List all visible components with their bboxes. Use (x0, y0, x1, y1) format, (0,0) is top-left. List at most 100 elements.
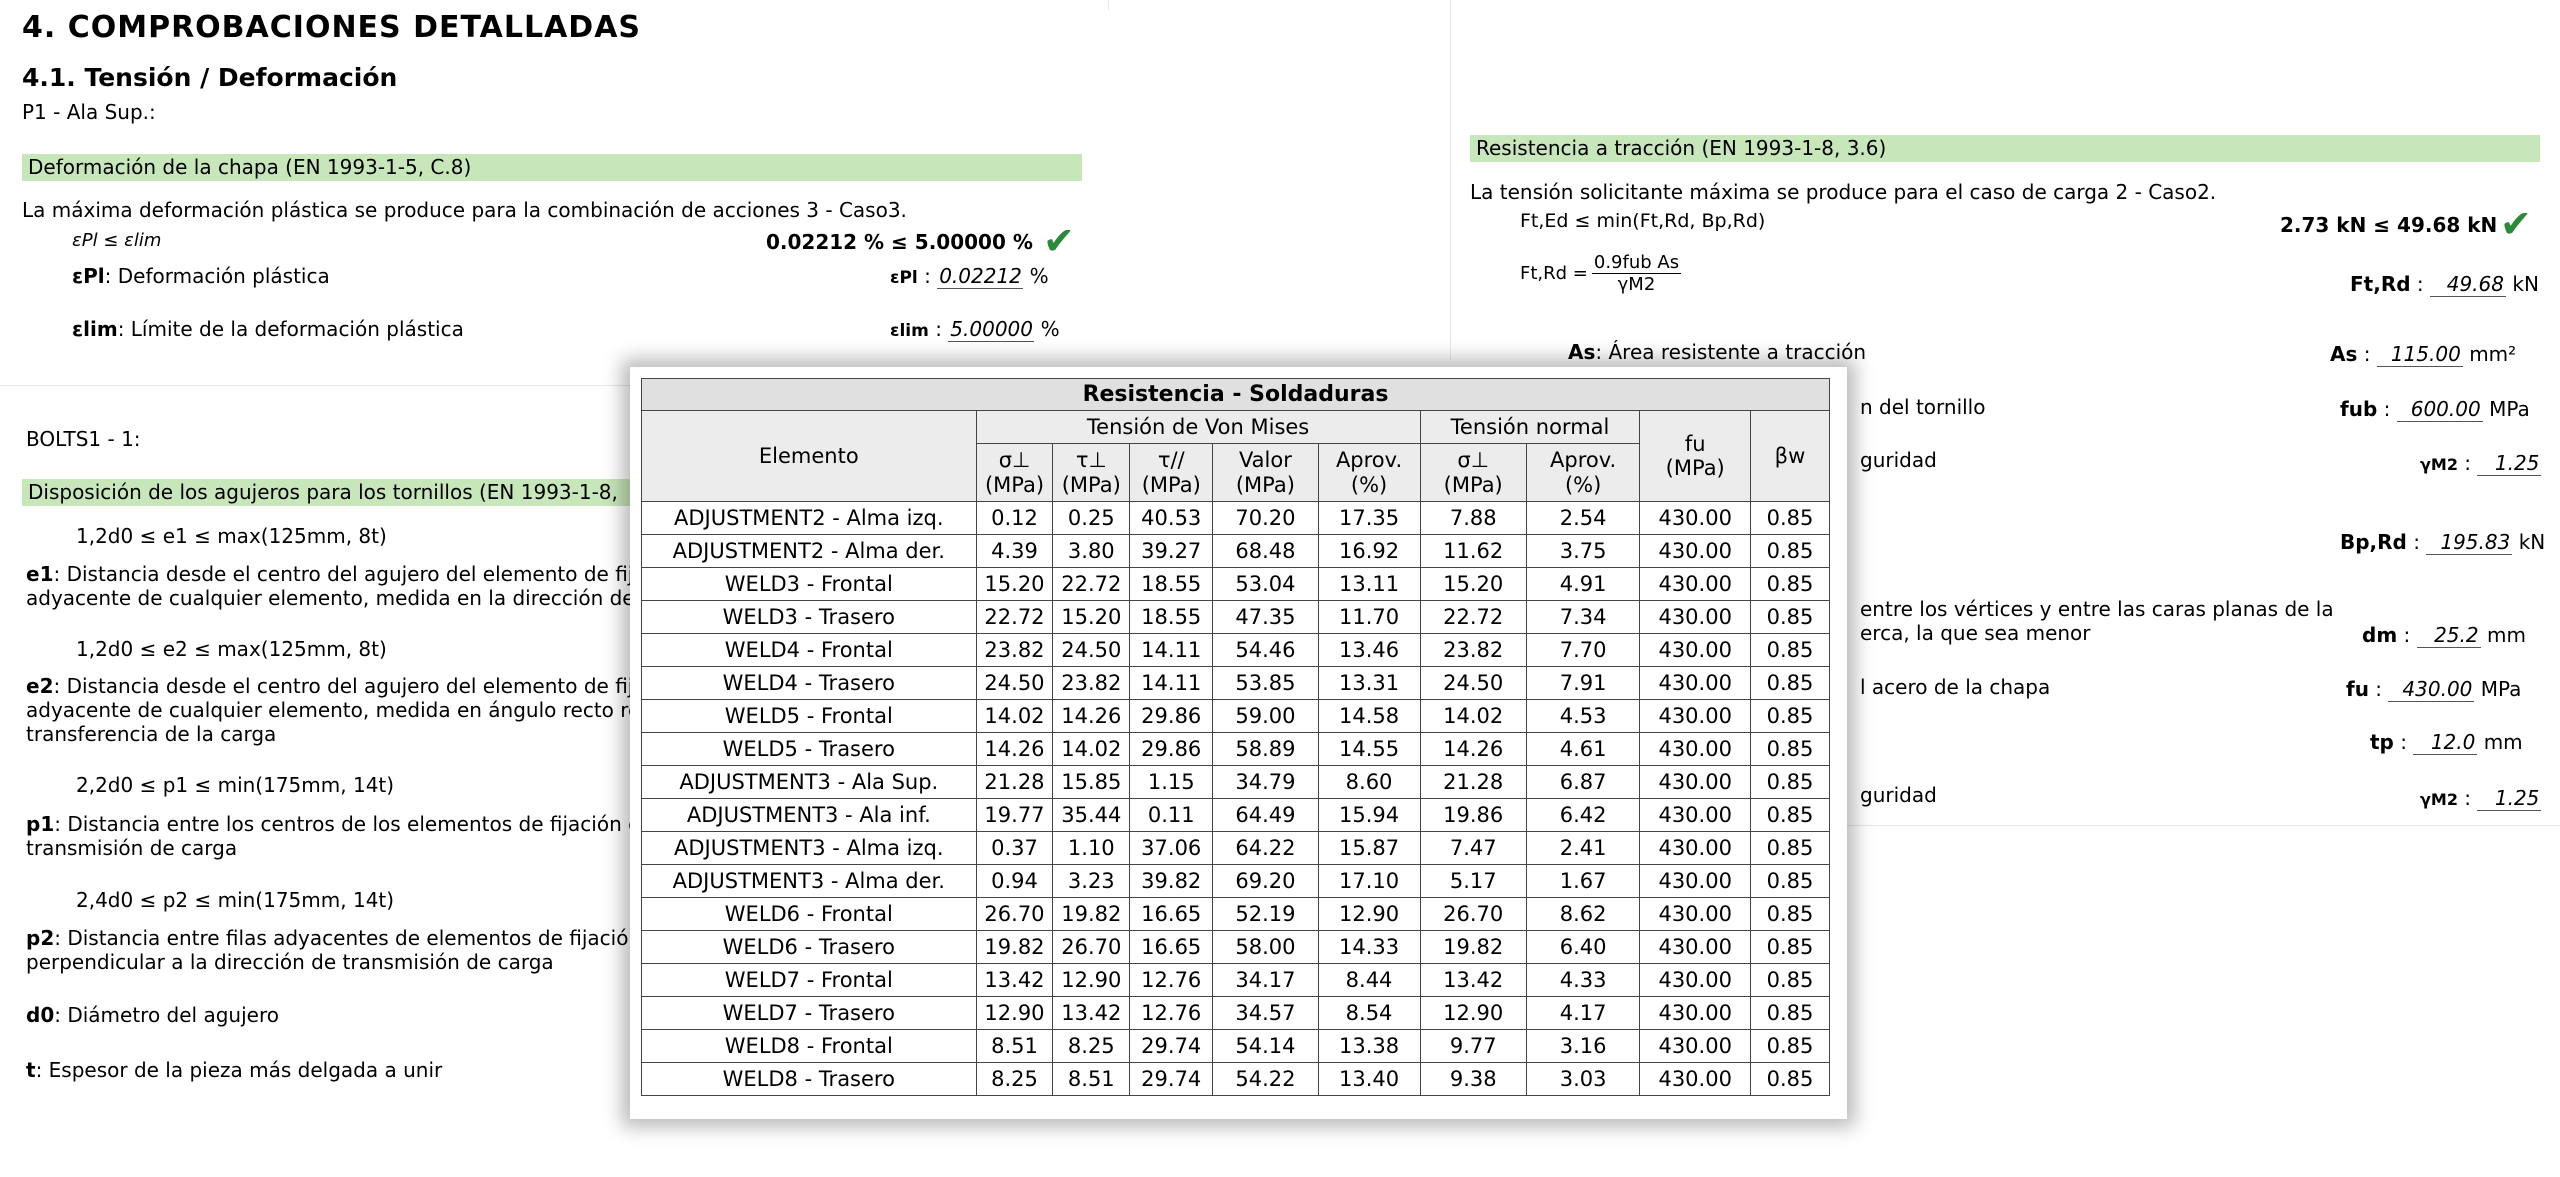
weld-value-cell: 26.70 (975, 897, 1054, 931)
weld-value-cell: 15.87 (1317, 831, 1421, 865)
weld-value-cell: 29.86 (1129, 699, 1214, 733)
lim-value-row: εlim : 5.00000 % (890, 317, 1060, 342)
weld-value-cell: 23.82 (1052, 666, 1131, 700)
table-row: ADJUSTMENT3 - Alma der. 0.94 3.23 39.82 69.2… (641, 864, 1831, 898)
weld-value-cell: 7.91 (1525, 666, 1641, 700)
deformation-bar: Deformación de la chapa (EN 1993-1-5, C.… (22, 154, 1082, 181)
col-aprov-unit: (%) (1350, 472, 1388, 497)
weld-value-cell: 14.11 (1129, 633, 1214, 667)
weld-element-cell: WELD7 - Frontal (641, 963, 977, 997)
weld-value-cell: 64.49 (1212, 798, 1319, 832)
bolt-formula-2: 1,2d0 ≤ e2 ≤ max(125mm, 8t) (76, 637, 387, 661)
weld-value-cell: 39.82 (1129, 864, 1214, 898)
p2-symbol: p2 (26, 926, 55, 950)
weld-value-cell: 4.39 (975, 534, 1054, 568)
weld-value-cell: 0.12 (975, 501, 1054, 535)
dm-symbol: dm (2362, 623, 2398, 647)
p1-symbol: p1 (26, 812, 55, 836)
table-row: ADJUSTMENT3 - Alma izq. 0.37 1.10 37.06 64.2… (641, 831, 1831, 865)
tension-formula-1: Ft,Ed ≤ min(Ft,Rd, Bp,Rd) (1520, 210, 1766, 232)
gm2b-value: 1.25 (2477, 786, 2542, 811)
weld-value-cell: 24.50 (975, 666, 1054, 700)
table-row: WELD6 - Frontal 26.70 19.82 16.65 52.19 12.90… (641, 897, 1831, 931)
weld-element-cell: ADJUSTMENT3 - Ala Sup. (641, 765, 977, 799)
weld-value-cell: 14.02 (975, 699, 1054, 733)
weld-value-cell: 9.38 (1419, 1062, 1527, 1096)
col-valor-label: Valor (1238, 447, 1292, 472)
weld-value-cell: 47.35 (1212, 600, 1319, 634)
weld-value-cell: 12.90 (1317, 897, 1421, 931)
fub-symbol: fub (2340, 397, 2378, 421)
weld-value-cell: 430.00 (1639, 732, 1751, 766)
col-sigma2-label: σ⊥ (1457, 447, 1490, 472)
weld-value-cell: 12.90 (975, 996, 1054, 1030)
weld-value-cell: 11.70 (1317, 600, 1421, 634)
table-row: WELD4 - Trasero 24.50 23.82 14.11 53.85 13.31… (641, 666, 1831, 700)
formula2-den: γM2 (1617, 274, 1656, 295)
weld-value-cell: 8.62 (1525, 897, 1641, 931)
d0-symbol: d0 (26, 1003, 55, 1027)
weld-value-cell: 54.22 (1212, 1062, 1319, 1096)
weld-element-cell: WELD8 - Frontal (641, 1029, 977, 1063)
deformation-intro: La máxima deformación plástica se produc… (22, 198, 907, 222)
weld-value-cell: 11.62 (1419, 534, 1527, 568)
weld-value-cell: 3.16 (1525, 1029, 1641, 1063)
check-icon-2: ✔ (2500, 202, 2532, 246)
weld-value-cell: 9.77 (1419, 1029, 1527, 1063)
weld-element-cell: WELD3 - Trasero (641, 600, 977, 634)
as-value-symbol: As (2330, 342, 2358, 366)
table-row: ADJUSTMENT2 - Alma der. 4.39 3.80 39.27 68.4… (641, 534, 1831, 568)
weld-value-cell: 17.10 (1317, 864, 1421, 898)
p1-text-2: transmisión de carga (26, 836, 238, 860)
section-title: 4. COMPROBACIONES DETALLADAS (22, 10, 642, 45)
ftrd-unit: kN (2512, 272, 2539, 296)
weld-value-cell: 54.14 (1212, 1029, 1319, 1063)
weld-value-cell: 7.47 (1419, 831, 1527, 865)
weld-value-cell: 2.41 (1525, 831, 1641, 865)
lim-value: 5.00000 (948, 317, 1035, 342)
col-sigma-label: σ⊥ (998, 447, 1031, 472)
weld-value-cell: 13.46 (1317, 633, 1421, 667)
pl-row: εPl: Deformación plástica (72, 264, 330, 288)
welds-table: Resistencia - Soldaduras Elemento Tensió… (641, 378, 1831, 1096)
weld-value-cell: 34.17 (1212, 963, 1319, 997)
weld-value-cell: 7.88 (1419, 501, 1527, 535)
weld-value-cell: 430.00 (1639, 600, 1751, 634)
table-row: ADJUSTMENT2 - Alma izq. 0.12 0.25 40.53 70.2… (641, 501, 1831, 535)
weld-value-cell: 16.92 (1317, 534, 1421, 568)
weld-value-cell: 15.20 (1052, 600, 1131, 634)
bolt-formula-1: 1,2d0 ≤ e1 ≤ max(125mm, 8t) (76, 524, 387, 548)
weld-value-cell: 14.26 (975, 732, 1054, 766)
weld-value-cell: 14.02 (1419, 699, 1527, 733)
weld-value-cell: 430.00 (1639, 963, 1751, 997)
pl-value: 0.02212 (937, 264, 1024, 289)
weld-value-cell: 14.55 (1317, 732, 1421, 766)
weld-value-cell: 13.38 (1317, 1029, 1421, 1063)
weld-value-cell: 13.31 (1317, 666, 1421, 700)
p2-text-2: perpendicular a la dirección de transmis… (26, 950, 554, 974)
weld-value-cell: 6.87 (1525, 765, 1641, 799)
weld-element-cell: WELD7 - Trasero (641, 996, 977, 1030)
col-tau-unit: (MPa) (1061, 472, 1121, 497)
weld-value-cell: 7.70 (1525, 633, 1641, 667)
col-aprov2-label: Aprov. (1550, 447, 1617, 472)
col-sigma-unit: (MPa) (984, 472, 1045, 497)
as-value-row: As : 115.00 mm² (2330, 342, 2517, 367)
fu-row: fu : 430.00 MPa (2346, 677, 2522, 702)
gm2b-label: guridad (1860, 783, 1937, 807)
table-row: WELD6 - Trasero 19.82 26.70 16.65 58.00 14.33… (641, 930, 1831, 964)
e2-block: e2: Distancia desde el centro del agujer… (26, 674, 646, 746)
tension-bar: Resistencia a tracción (EN 1993-1-8, 3.6… (1470, 135, 2540, 162)
p2-block: p2: Distancia entre filas adyacentes de … (26, 926, 647, 974)
lim-label: : Límite de la deformación plástica (117, 317, 464, 341)
col-taupar-label: τ// (1157, 447, 1185, 472)
weld-value-cell: 53.04 (1212, 567, 1319, 601)
weld-value-cell: 14.26 (1419, 732, 1527, 766)
table-row: WELD3 - Frontal 15.20 22.72 18.55 53.04 13.11… (641, 567, 1831, 601)
weld-value-cell: 430.00 (1639, 996, 1751, 1030)
lim-value-symbol: εlim (890, 321, 929, 341)
weld-value-cell: 4.91 (1525, 567, 1641, 601)
weld-value-cell: 40.53 (1129, 501, 1214, 535)
weld-value-cell: 430.00 (1639, 831, 1751, 865)
weld-value-cell: 430.00 (1639, 1029, 1751, 1063)
